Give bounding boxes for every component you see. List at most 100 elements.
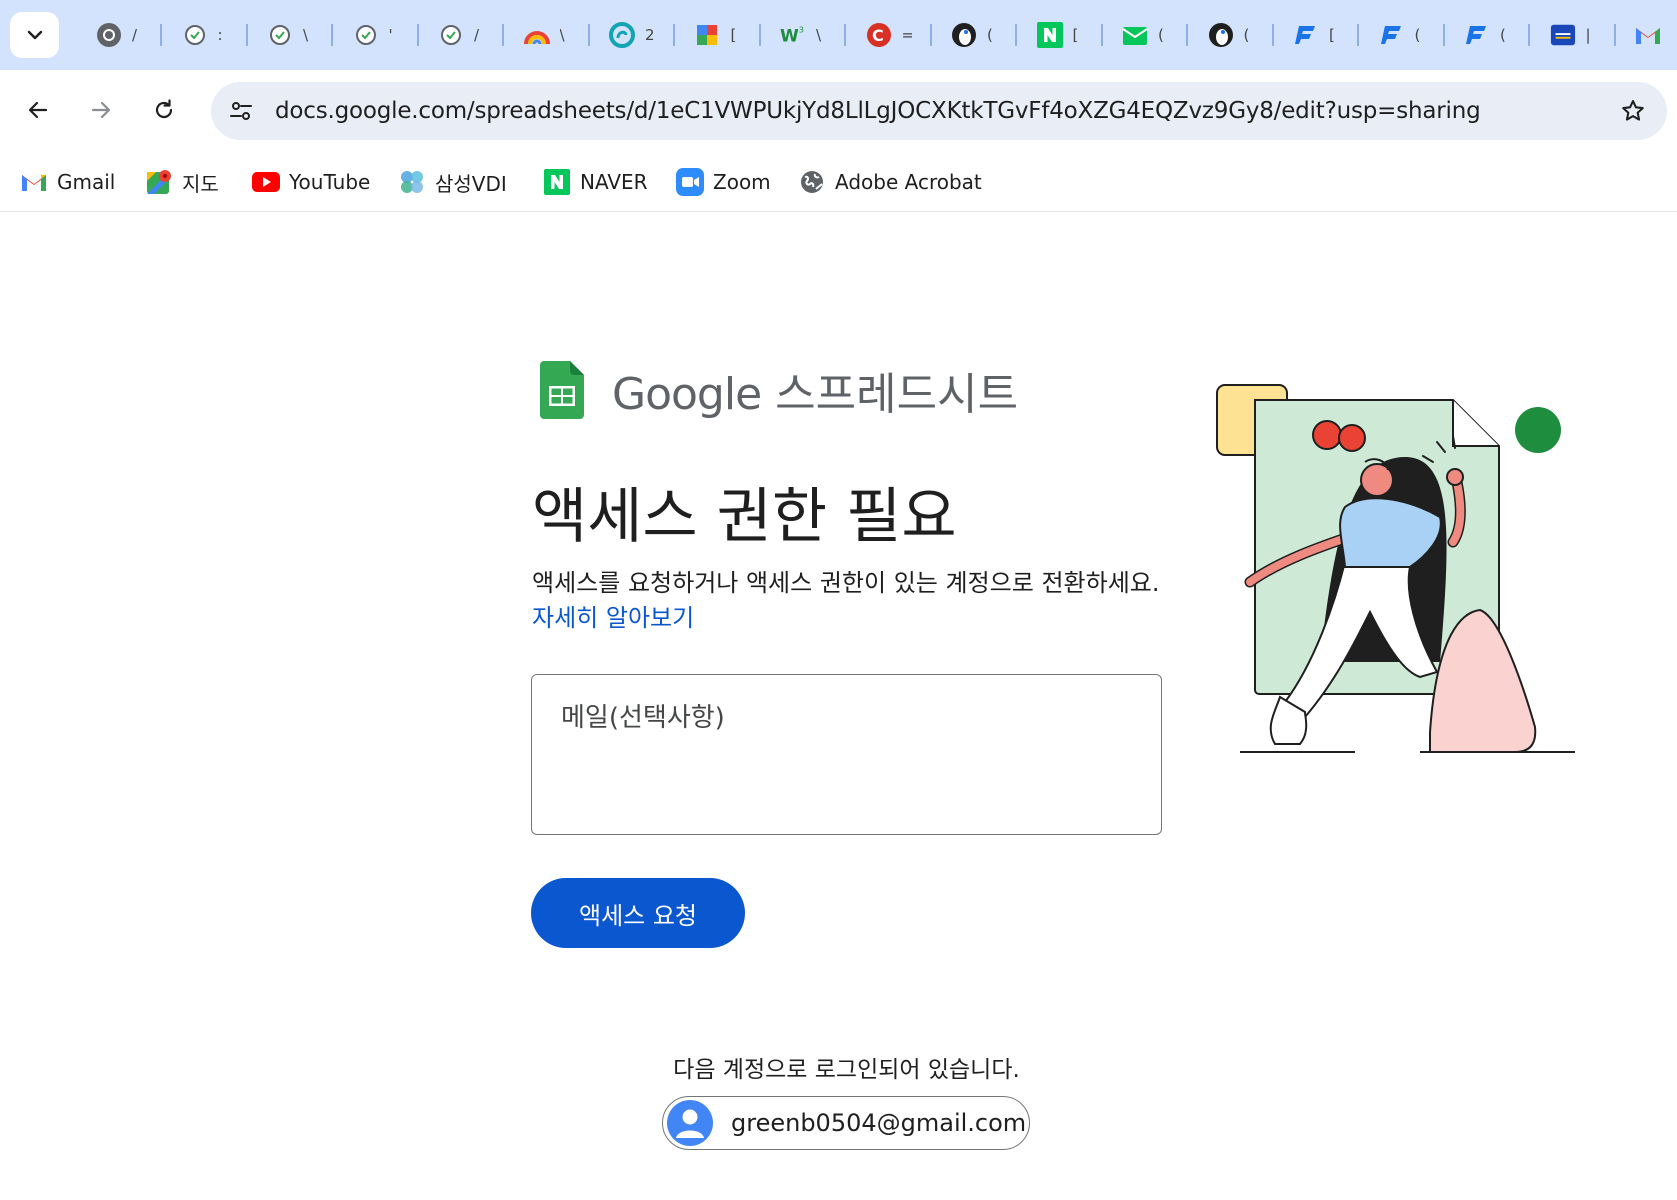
- browser-tab[interactable]: (: [1363, 14, 1445, 56]
- svg-text:C: C: [872, 26, 884, 45]
- browser-tab[interactable]: [1619, 14, 1677, 56]
- browser-tab[interactable]: (: [1106, 14, 1188, 56]
- browser-tab[interactable]: [: [679, 14, 761, 56]
- tab-separator: [844, 24, 846, 46]
- tab-title: /: [474, 26, 480, 44]
- bookmark-label: 삼성VDI: [435, 171, 507, 196]
- tab-title: ': [388, 26, 393, 44]
- tab-title: :: [217, 26, 223, 44]
- samsung-vdi-icon: [398, 168, 426, 196]
- bookmark-gmail[interactable]: Gmail: [20, 166, 115, 198]
- person-icon: [676, 1109, 704, 1138]
- chrome-icon: [96, 22, 122, 48]
- browser-tab[interactable]: (: [1192, 14, 1274, 56]
- tab-title: /: [132, 26, 138, 44]
- browser-tab[interactable]: C =: [850, 14, 932, 56]
- tab-separator: [673, 24, 675, 46]
- browser-tab[interactable]: /: [80, 14, 162, 56]
- tab-title: \: [303, 26, 309, 44]
- bookmark-maps[interactable]: 지도: [145, 166, 219, 198]
- browser-tab[interactable]: 2: [593, 14, 675, 56]
- red-c-icon: C: [866, 22, 892, 48]
- forward-button[interactable]: [81, 90, 121, 130]
- bookmark-star-button[interactable]: [1613, 91, 1653, 131]
- browser-tab[interactable]: (: [935, 14, 1017, 56]
- tab-search-button[interactable]: [10, 12, 59, 58]
- tab-title: (: [987, 26, 993, 44]
- tab-separator: [160, 24, 162, 46]
- svg-text:3: 3: [799, 25, 804, 35]
- access-description: 액세스를 요청하거나 액세스 권한이 있는 계정으로 전환하세요. 자세히 알아…: [532, 566, 1172, 636]
- tab-separator: [416, 24, 419, 46]
- site-info-button[interactable]: [221, 91, 261, 131]
- product-name: 스프레드시트: [775, 369, 1019, 420]
- sheets-brand: Google 스프레드시트: [540, 358, 1018, 422]
- bookmark-naver[interactable]: NAVER: [543, 166, 648, 198]
- tab-title: [: [1329, 26, 1335, 44]
- tab-title: 2: [645, 26, 655, 44]
- bookmarks-bar: Gmail 지도 YouTube 삼성VDI NAVER Zoom Adobe …: [0, 152, 1677, 212]
- penguin-icon: [951, 22, 977, 48]
- bookmark-label: Adobe Acrobat: [835, 170, 982, 194]
- address-bar[interactable]: docs.google.com/spreadsheets/d/1eC1VWPUk…: [211, 82, 1667, 140]
- tab-separator: [1528, 24, 1530, 46]
- arrow-left-icon: [28, 101, 48, 119]
- penguin-icon: [1208, 22, 1234, 48]
- url-text[interactable]: docs.google.com/spreadsheets/d/1eC1VWPUk…: [275, 82, 1481, 140]
- tab-separator: [1271, 24, 1274, 46]
- tab-strip: /: \ ' / \ 2[W 3 \ C =([(([((|: [0, 0, 1677, 70]
- browser-tab[interactable]: W 3 \: [764, 14, 846, 56]
- bookmark-label: NAVER: [580, 170, 648, 194]
- tab-separator: [1442, 24, 1445, 46]
- naver-n-icon: [1036, 22, 1063, 48]
- browser-tab[interactable]: ': [337, 14, 419, 56]
- browser-tab[interactable]: [: [1277, 14, 1359, 56]
- bookmark-zoom[interactable]: Zoom: [676, 166, 771, 198]
- reload-icon: [155, 99, 173, 119]
- zoom-icon: [676, 168, 704, 196]
- star-icon: [1622, 100, 1644, 121]
- account-email: greenb0504@gmail.com: [731, 1109, 1027, 1137]
- tab-separator: [758, 24, 761, 46]
- blue-f-icon: [1293, 22, 1319, 48]
- learn-more-link[interactable]: 자세히 알아보기: [532, 604, 694, 632]
- browser-tab[interactable]: \: [508, 14, 590, 56]
- bookmark-label: 지도: [182, 171, 219, 196]
- teal-swirl-icon: [609, 22, 635, 48]
- account-switcher[interactable]: greenb0504@gmail.com: [662, 1096, 1030, 1150]
- green-check-icon: [438, 22, 464, 48]
- google-wordmark: Google: [612, 369, 762, 420]
- blue-f-icon: [1379, 22, 1405, 48]
- reload-button[interactable]: [144, 90, 184, 130]
- browser-tab[interactable]: (: [1448, 14, 1530, 56]
- tab-title: [: [1072, 26, 1079, 44]
- tab-title: (: [1243, 26, 1250, 44]
- tab-title: (: [1158, 26, 1164, 44]
- bookmark-label: YouTube: [289, 170, 371, 194]
- tab-title: |: [1585, 26, 1591, 44]
- browser-tab[interactable]: /: [422, 14, 504, 56]
- chevron-down-icon: [27, 30, 42, 40]
- signed-in-label: 다음 계정으로 로그인되어 있습니다.: [673, 1057, 1020, 1083]
- gmail-icon: [20, 168, 48, 196]
- globe-icon: [798, 168, 826, 196]
- back-button[interactable]: [18, 90, 58, 130]
- tab-separator: [929, 24, 932, 46]
- browser-tab[interactable]: |: [1534, 14, 1616, 56]
- access-illustration: [1216, 384, 1575, 753]
- browser-tab[interactable]: [: [1021, 14, 1103, 56]
- browser-tab[interactable]: :: [166, 14, 248, 56]
- tab-separator: [587, 24, 590, 46]
- tab-title: (: [1414, 26, 1421, 44]
- tab-separator: [1186, 24, 1188, 46]
- bookmark-samsung-vdi[interactable]: 삼성VDI: [398, 166, 507, 198]
- bookmark-adobe-acrobat[interactable]: Adobe Acrobat: [798, 166, 982, 198]
- bookmark-youtube[interactable]: YouTube: [252, 166, 370, 198]
- w3-icon: W3: [780, 22, 806, 48]
- tab-title: [: [730, 26, 737, 44]
- message-input[interactable]: [531, 674, 1162, 835]
- tab-title: =: [901, 26, 912, 44]
- green-check-icon: [353, 22, 379, 48]
- browser-tab[interactable]: \: [251, 14, 333, 56]
- request-access-button[interactable]: 액세스 요청: [531, 878, 745, 948]
